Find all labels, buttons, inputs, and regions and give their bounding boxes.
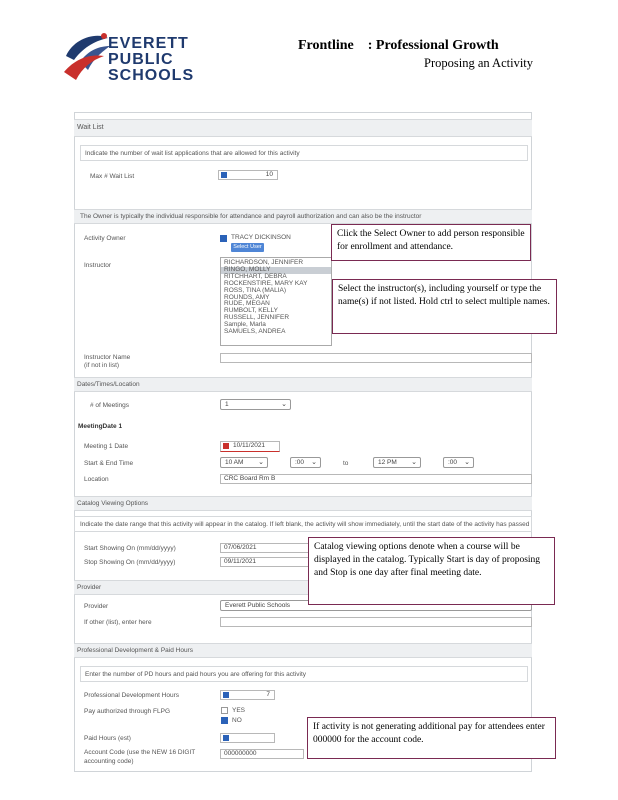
select-user-button[interactable]: Select User [231, 243, 264, 252]
stepper-icon[interactable] [221, 172, 227, 178]
pay-no-label: NO [232, 717, 242, 724]
start-end-time-label: Start & End Time [84, 460, 134, 467]
instructor-callout: Select the instructor(s), including your… [332, 279, 557, 334]
dates-section-header: Dates/Times/Location [74, 377, 532, 392]
pay-yes-checkbox[interactable] [221, 707, 228, 714]
district-logo: EVERETT PUBLIC SCHOOLS [60, 28, 200, 88]
wait-list-section-header: Wait List [74, 119, 532, 137]
pay-authorized-label: Pay authorized through FLPG [84, 708, 170, 715]
pd-instruction-box: Enter the number of PD hours and paid ho… [80, 666, 528, 682]
stepper-icon[interactable] [223, 692, 229, 698]
logo-line-3: SCHOOLS [108, 67, 195, 84]
start-hour-select[interactable]: 10 AM ⌄ [220, 457, 268, 468]
max-wait-list-label: Max # Wait List [90, 173, 135, 180]
meetings-count-label: # of Meetings [90, 402, 130, 409]
stepper-icon[interactable] [223, 735, 229, 741]
pay-callout: If activity is not generating additional… [307, 717, 556, 759]
end-minute-select[interactable]: :00 ⌄ [443, 457, 474, 468]
page-title: Frontline : Professional Growth [298, 38, 499, 53]
meeting-date-input[interactable]: 10/11/2021 [220, 441, 280, 452]
chevron-down-icon: ⌄ [464, 459, 470, 466]
instructor-name-sublabel: (if not in list) [84, 362, 120, 369]
chevron-down-icon: ⌄ [411, 459, 417, 466]
chevron-down-icon: ⌄ [311, 459, 317, 466]
catalog-callout: Catalog viewing options denote when a co… [308, 537, 555, 605]
instructor-label: Instructor [84, 262, 112, 269]
catalog-section-header: Catalog Viewing Options [74, 496, 532, 511]
stop-showing-input[interactable]: 09/11/2021 [220, 557, 320, 567]
logo-line-2: PUBLIC [108, 51, 174, 68]
paid-hours-label: Paid Hours (est) [84, 735, 131, 742]
owner-callout: Click the Select Owner to add person res… [331, 224, 531, 261]
owner-name: TRACY DICKINSON [231, 234, 291, 241]
start-minute-select[interactable]: :00 ⌄ [290, 457, 321, 468]
paid-hours-input[interactable] [220, 733, 275, 743]
pay-no-checkbox[interactable] [221, 717, 228, 724]
other-provider-input[interactable] [220, 617, 532, 627]
owner-checkbox[interactable] [220, 235, 227, 242]
location-input[interactable]: CRC Board Rm B [220, 474, 532, 484]
stop-showing-label: Stop Showing On (mm/dd/yyyy) [84, 559, 176, 566]
instructor-name-input[interactable] [220, 353, 532, 363]
other-provider-label: If other (list), enter here [84, 619, 152, 626]
chevron-down-icon: ⌄ [258, 459, 264, 466]
provider-label: Provider [84, 603, 109, 610]
instructor-name-label: Instructor Name [84, 354, 131, 361]
end-hour-select[interactable]: 12 PM ⌄ [373, 457, 421, 468]
calendar-icon[interactable] [223, 443, 229, 449]
instructor-option[interactable]: SAMUELS, ANDREA [221, 328, 331, 336]
pay-yes-label: YES [232, 707, 246, 714]
pd-hours-label: Professional Development Hours [84, 692, 180, 699]
account-code-sublabel: accounting code) [84, 758, 134, 765]
pd-section-header: Professional Development & Paid Hours [74, 643, 532, 658]
page-subtitle: Proposing an Activity [424, 56, 534, 70]
max-wait-list-input[interactable]: 10 [218, 170, 278, 180]
account-code-input[interactable]: 000000000 [220, 749, 304, 759]
owner-note: The Owner is typically the individual re… [74, 209, 532, 224]
to-label: to [343, 460, 349, 467]
account-code-label: Account Code (use the NEW 16 DIGIT [84, 749, 196, 756]
start-showing-label: Start Showing On (mm/dd/yyyy) [84, 545, 176, 552]
meeting-date-label: Meeting 1 Date [84, 443, 129, 450]
instructor-listbox[interactable]: RICHARDSON, JENNIFER RINGO, MOLLY RITCHH… [220, 257, 332, 346]
start-showing-input[interactable]: 07/06/2021 [220, 543, 320, 553]
logo-line-1: EVERETT [108, 35, 189, 52]
chevron-down-icon: ⌄ [281, 401, 287, 408]
meeting-date-heading: MeetingDate 1 [78, 423, 123, 430]
wait-list-instruction-box: Indicate the number of wait list applica… [80, 145, 528, 161]
location-label: Location [84, 476, 109, 483]
activity-owner-label: Activity Owner [84, 235, 126, 242]
catalog-instruction-box: Indicate the date range that this activi… [74, 516, 532, 532]
meetings-count-select[interactable]: 1 ⌄ [220, 399, 291, 410]
pd-hours-input[interactable]: 7 [220, 690, 275, 700]
